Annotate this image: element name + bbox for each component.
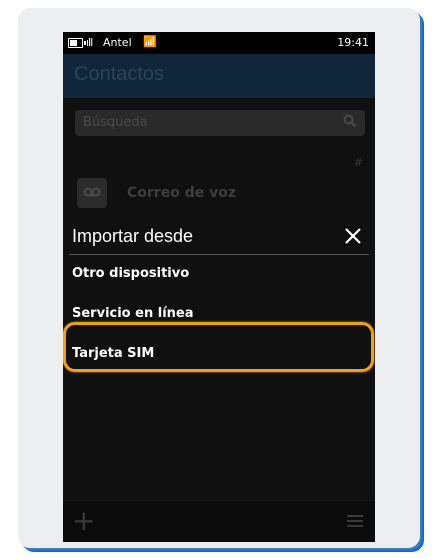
search-icon[interactable] <box>343 114 357 128</box>
import-option-online-service[interactable]: Servicio en línea <box>72 306 194 321</box>
wifi-icon: 📶 <box>143 35 157 48</box>
plus-icon[interactable]: + <box>72 507 95 535</box>
carrier-name: Antel <box>103 36 132 49</box>
status-clock: 19:41 <box>337 36 369 49</box>
signal-bars-icon: ıIl <box>86 36 93 49</box>
dialog-title: Importar desde <box>72 226 194 246</box>
app-title: Contactos <box>74 63 165 85</box>
status-bar: ıIl Antel 📶 19:41 <box>63 32 375 54</box>
highlight-outline <box>63 322 374 372</box>
index-letter: # <box>353 156 363 169</box>
import-option-other-device[interactable]: Otro dispositivo <box>72 266 189 281</box>
hamburger-menu-icon[interactable] <box>347 515 363 530</box>
search-input[interactable]: Búsqueda <box>75 110 365 136</box>
voicemail-icon <box>77 178 107 208</box>
dialog-divider <box>69 254 369 255</box>
battery-icon <box>68 38 86 48</box>
app-header: Contactos <box>63 54 375 98</box>
bottom-bar: + <box>63 500 375 542</box>
phone-screen: ıIl Antel 📶 19:41 Contactos Búsqueda # C… <box>63 32 375 542</box>
close-icon[interactable] <box>343 226 363 246</box>
voicemail-entry[interactable]: Correo de voz <box>75 174 365 214</box>
voicemail-label: Correo de voz <box>127 185 236 201</box>
search-placeholder: Búsqueda <box>83 115 148 130</box>
